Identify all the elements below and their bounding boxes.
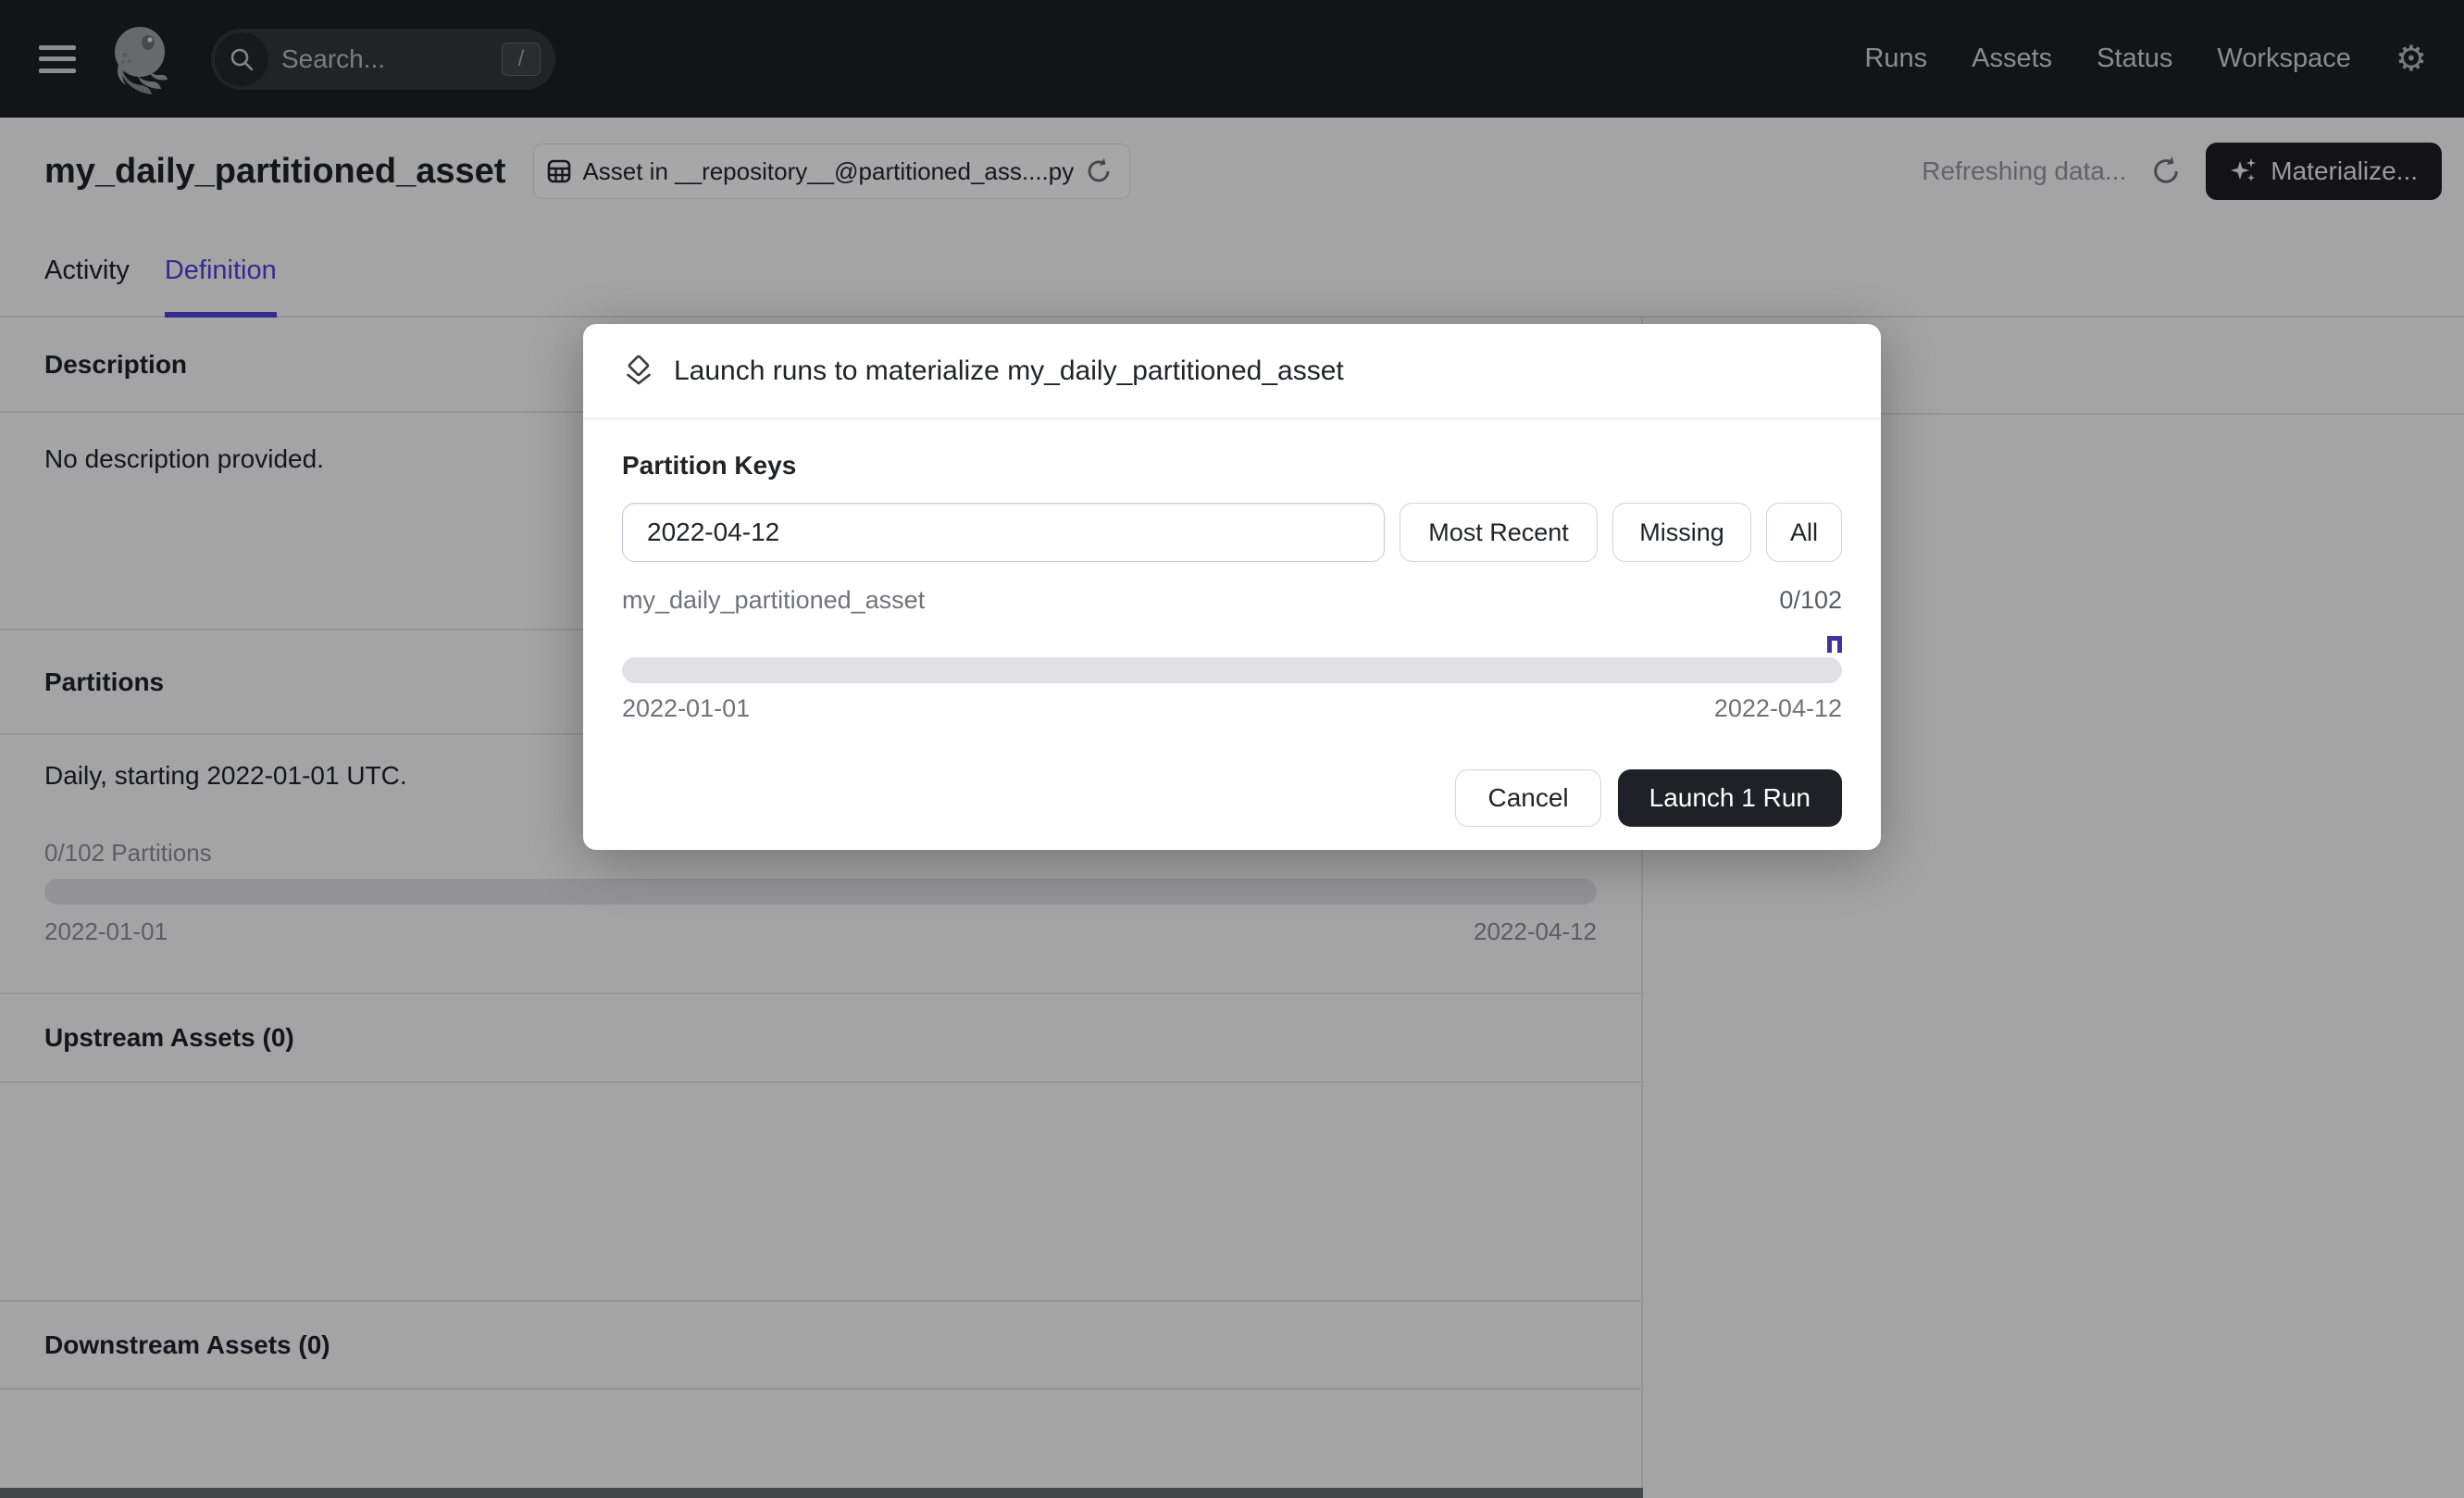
missing-button[interactable]: Missing xyxy=(1612,503,1751,562)
asset-layers-icon xyxy=(622,355,655,388)
dialog-partition-count: 0/102 xyxy=(1779,586,1842,615)
dialog-asset-name: my_daily_partitioned_asset xyxy=(622,586,925,615)
partition-selector-bar[interactable] xyxy=(622,657,1842,683)
dialog-footer: Cancel Launch 1 Run xyxy=(622,769,1842,827)
dialog-body: Partition Keys Most Recent Missing All m… xyxy=(583,451,1881,827)
dialog-range-row: 2022-01-01 2022-04-12 xyxy=(622,694,1842,723)
most-recent-button[interactable]: Most Recent xyxy=(1400,503,1598,562)
dialog-title: Launch runs to materialize my_daily_part… xyxy=(674,356,1344,387)
all-button[interactable]: All xyxy=(1766,503,1842,562)
partition-keys-input[interactable] xyxy=(622,503,1385,562)
cancel-button[interactable]: Cancel xyxy=(1455,769,1600,827)
partition-meta-row: my_daily_partitioned_asset 0/102 xyxy=(622,586,1842,615)
partition-selector xyxy=(622,657,1842,683)
partition-keys-row: Most Recent Missing All xyxy=(622,503,1842,562)
dialog-range-end: 2022-04-12 xyxy=(1714,694,1842,723)
launch-run-button[interactable]: Launch 1 Run xyxy=(1618,769,1842,827)
dialog-header: Launch runs to materialize my_daily_part… xyxy=(583,324,1881,419)
launch-partitions-dialog: Launch runs to materialize my_daily_part… xyxy=(583,324,1881,850)
asset-definition-page: { "nav": { "search_placeholder": "Search… xyxy=(0,0,2464,1498)
partition-keys-label: Partition Keys xyxy=(622,451,1842,481)
dialog-range-start: 2022-01-01 xyxy=(622,694,750,723)
selected-partition-marker xyxy=(1827,636,1842,653)
